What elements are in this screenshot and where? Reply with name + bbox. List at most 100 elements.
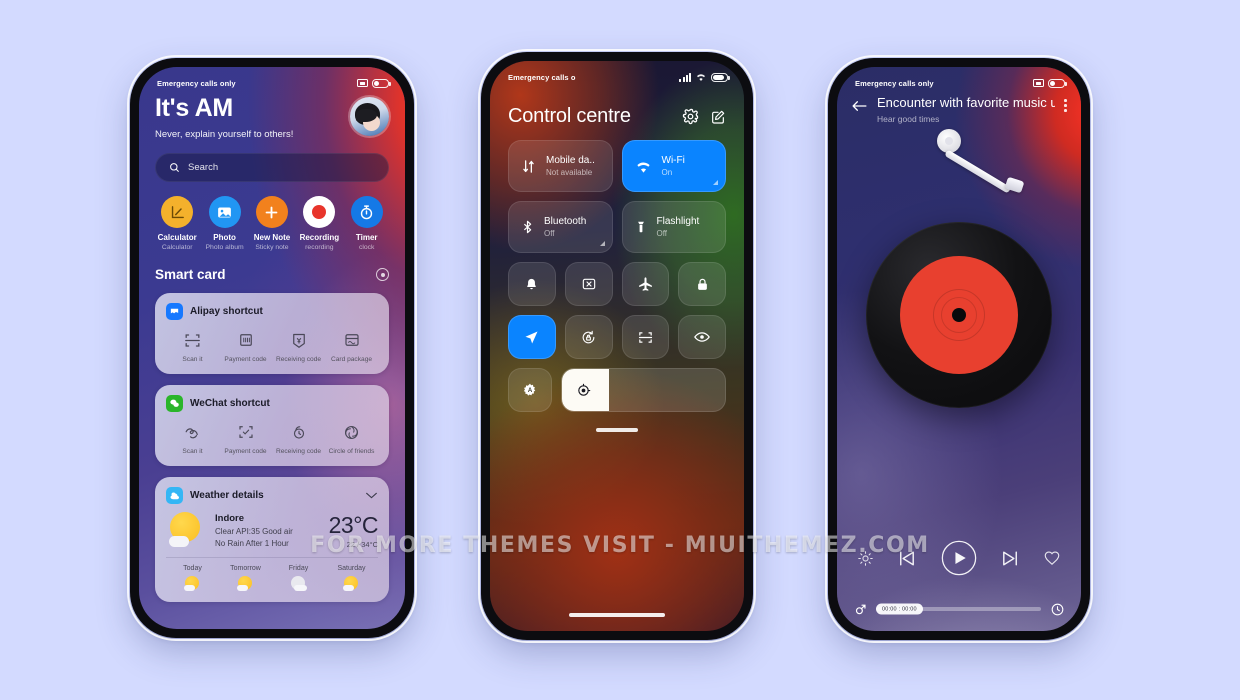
- qr-check-icon: [219, 421, 272, 443]
- weather-rain: No Rain After 1 Hour: [215, 538, 289, 548]
- app-shortcut-timer[interactable]: Timer clock: [345, 196, 389, 251]
- card-title: WeChat shortcut: [190, 398, 270, 410]
- wechat-shortcut-card[interactable]: WeChat shortcut Scan it Payment code Rec…: [155, 385, 389, 467]
- app-sub: Photo album: [205, 244, 244, 252]
- wechat-item-receiving-code[interactable]: Receiving code: [272, 421, 325, 455]
- app-label: Recording: [299, 233, 340, 243]
- edit-icon[interactable]: [710, 109, 726, 125]
- avatar[interactable]: [350, 97, 389, 136]
- flashlight-icon: [637, 221, 644, 233]
- toggle-airplane-mode[interactable]: [621, 262, 670, 306]
- bluetooth-icon: [523, 220, 532, 234]
- weather-text: Indore Clear API:35 Good air No Rain Aft…: [215, 513, 329, 548]
- target-icon[interactable]: [376, 268, 389, 282]
- eye-icon: [694, 332, 711, 342]
- smart-card-header: Smart card: [155, 267, 389, 282]
- gear-icon[interactable]: [682, 108, 699, 125]
- app-shortcut-recording[interactable]: Recording recording: [297, 196, 341, 251]
- card-title: Weather details: [190, 490, 264, 502]
- record-hole: [952, 308, 966, 322]
- wallet-clock-icon: [272, 421, 325, 443]
- tile-bluetooth[interactable]: Bluetooth Off: [508, 201, 613, 253]
- app-sub: Calculator: [161, 244, 193, 252]
- item-label: Scan it: [182, 448, 203, 456]
- sun-cloud-icon: [166, 510, 206, 550]
- toggle-rotation-lock[interactable]: [564, 315, 613, 359]
- toggle-eye-care[interactable]: [678, 315, 726, 359]
- wechat-item-scan[interactable]: Scan it: [166, 421, 219, 455]
- alipay-items: Scan it Payment code Receiving code Card…: [166, 329, 378, 363]
- app-sub: Sticky note: [255, 244, 289, 252]
- sheet-handle[interactable]: [596, 428, 638, 432]
- sun-cloud-icon: [342, 576, 361, 592]
- alipay-shortcut-card[interactable]: Alipay shortcut Scan it Payment code Rec…: [155, 293, 389, 375]
- phone2-content: Control centre Mobile da.. Not available…: [490, 61, 744, 631]
- page-title: Control centre: [508, 105, 631, 127]
- weather-current: Indore Clear API:35 Good air No Rain Aft…: [166, 510, 379, 550]
- alipay-item-payment-code[interactable]: Payment code: [219, 329, 272, 363]
- item-label: Scan it: [182, 356, 203, 364]
- bell-icon: [527, 278, 537, 289]
- expand-corner-icon[interactable]: [713, 180, 718, 185]
- wechat-item-payment-code[interactable]: Payment code: [219, 421, 272, 455]
- tile-flashlight[interactable]: Flashlight Off: [621, 201, 726, 253]
- toggle-auto-brightness[interactable]: A: [508, 368, 552, 412]
- wechat-item-moments[interactable]: Circle of friends: [325, 421, 378, 455]
- mars-icon[interactable]: [853, 601, 867, 617]
- cast-icon: [357, 79, 368, 87]
- home-indicator[interactable]: [569, 613, 665, 617]
- tile-mobile-data[interactable]: Mobile da.. Not available: [508, 140, 613, 192]
- toggle-silent[interactable]: [508, 262, 556, 306]
- yuan-receive-icon: [272, 329, 325, 351]
- toggle-lock[interactable]: [678, 262, 726, 306]
- brightness-icon[interactable]: [857, 550, 874, 567]
- alipay-item-card-package[interactable]: Card package: [325, 329, 378, 363]
- vinyl-record[interactable]: [866, 222, 1052, 408]
- timer-dial-icon[interactable]: [1050, 602, 1065, 617]
- forecast-day[interactable]: Saturday: [325, 565, 378, 592]
- toggle-location[interactable]: [508, 315, 556, 359]
- brightness-slider[interactable]: [561, 368, 726, 412]
- weather-temps: 23°C 22 / 34°C: [329, 512, 379, 549]
- next-track-icon[interactable]: [999, 547, 1022, 570]
- more-vertical-icon[interactable]: [1064, 99, 1067, 112]
- card-package-icon: [325, 329, 378, 351]
- app-shortcut-new-note[interactable]: New Note Sticky note: [250, 196, 294, 251]
- toggle-scanner[interactable]: [621, 315, 670, 359]
- expand-corner-icon[interactable]: [599, 241, 605, 246]
- card-title: Alipay shortcut: [190, 306, 263, 318]
- weather-details-card[interactable]: Weather details Indore Clear API:35 Good…: [155, 477, 389, 603]
- signal-icon: [679, 72, 691, 82]
- track-info: Encounter with favorite music un Hear go…: [877, 95, 1055, 124]
- tile-wifi[interactable]: Wi-Fi On: [621, 140, 726, 192]
- forecast-day[interactable]: Today: [166, 565, 219, 592]
- alipay-item-scan[interactable]: Scan it: [166, 329, 219, 363]
- tile-name: Bluetooth: [544, 215, 587, 227]
- previous-track-icon[interactable]: [895, 547, 918, 570]
- scan-icon: [166, 329, 219, 351]
- play-icon[interactable]: [940, 539, 978, 577]
- progress-bar[interactable]: 00:00 : 00:00: [876, 603, 1041, 615]
- phone3-status-bar: Emergency calls only: [837, 67, 1081, 93]
- greeting-title: It's AM: [155, 94, 233, 122]
- toggle-grid: [508, 262, 726, 359]
- toggle-cast[interactable]: [564, 262, 613, 306]
- forecast-day[interactable]: Friday: [272, 565, 325, 592]
- forecast-day[interactable]: Tomorrow: [219, 565, 272, 592]
- app-label: Calculator: [157, 233, 197, 243]
- heart-icon[interactable]: [1043, 549, 1061, 567]
- cloud-icon: [289, 576, 308, 592]
- alipay-item-receiving-code[interactable]: Receiving code: [272, 329, 325, 363]
- wechat-scan-icon: [166, 421, 219, 443]
- back-arrow-icon[interactable]: [851, 99, 868, 113]
- app-shortcut-calculator[interactable]: Calculator Calculator: [155, 196, 199, 251]
- wechat-items: Scan it Payment code Receiving code Circ…: [166, 421, 378, 455]
- plus-icon: [255, 196, 288, 229]
- app-shortcut-photo[interactable]: Photo Photo album: [202, 196, 246, 251]
- item-label: Receiving code: [275, 448, 322, 456]
- item-label: Payment code: [224, 356, 267, 364]
- search-input[interactable]: Search: [155, 153, 389, 183]
- header-actions: [682, 108, 726, 125]
- chevron-down-icon[interactable]: [365, 491, 378, 500]
- tonearm-arm: [944, 149, 1012, 194]
